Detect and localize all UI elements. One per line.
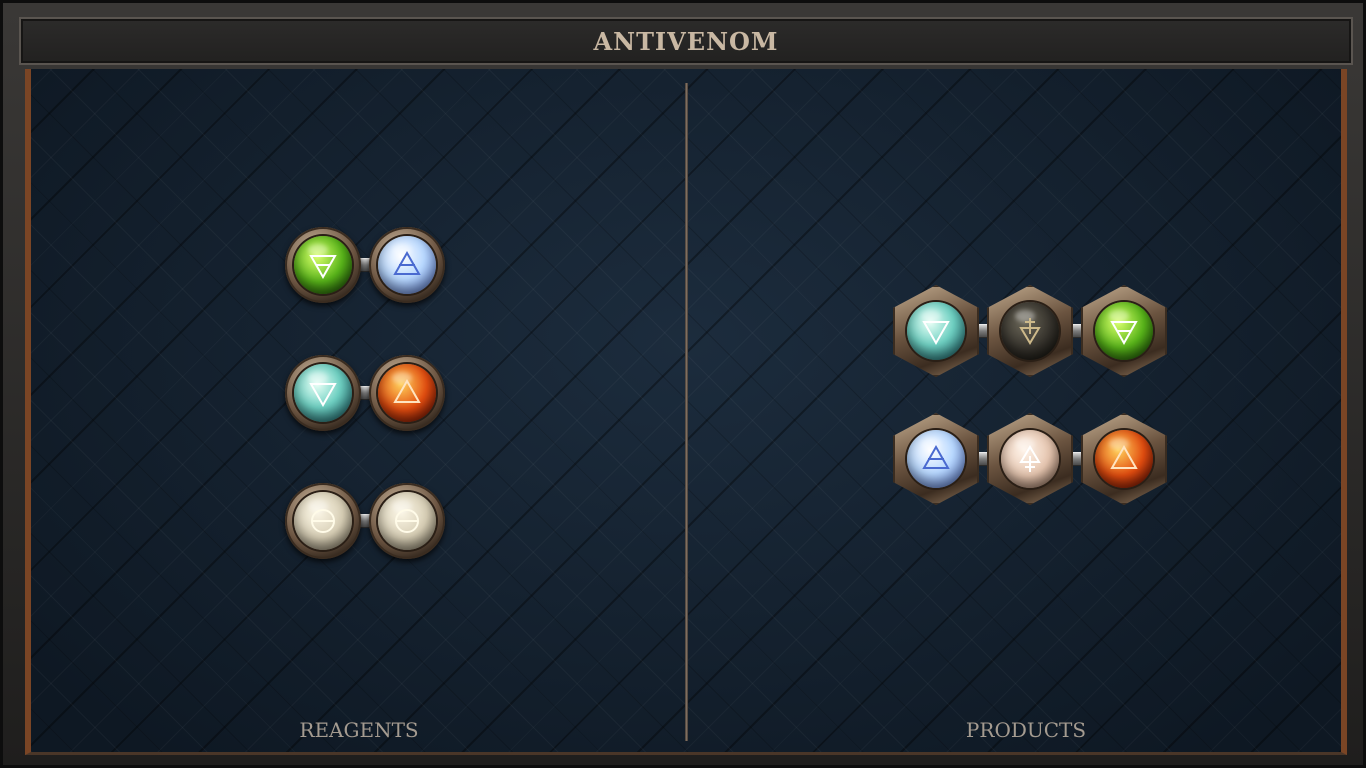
atom-slot[interactable] bbox=[285, 227, 361, 303]
atom-slot[interactable] bbox=[285, 483, 361, 559]
water-icon bbox=[294, 364, 352, 422]
earth-icon bbox=[294, 236, 352, 294]
air-icon bbox=[907, 430, 965, 488]
vitae-icon bbox=[1001, 430, 1059, 488]
salt-icon bbox=[294, 492, 352, 550]
product-molecule[interactable] bbox=[893, 285, 1167, 377]
reagent-molecule[interactable] bbox=[285, 483, 445, 559]
window-frame: ANTIVENOM REAGENTS PRODUCTS bbox=[0, 0, 1366, 768]
fire-icon bbox=[378, 364, 436, 422]
product-molecule[interactable] bbox=[893, 413, 1167, 505]
atom-slot[interactable] bbox=[987, 413, 1073, 505]
mors-icon bbox=[1001, 302, 1059, 360]
water-icon bbox=[907, 302, 965, 360]
reaction-board: REAGENTS PRODUCTS bbox=[25, 69, 1347, 755]
reagent-molecule[interactable] bbox=[285, 227, 445, 303]
reagent-molecule[interactable] bbox=[285, 355, 445, 431]
atom-slot[interactable] bbox=[369, 483, 445, 559]
atom-slot[interactable] bbox=[893, 285, 979, 377]
atom-slot[interactable] bbox=[369, 355, 445, 431]
atom-slot[interactable] bbox=[285, 355, 361, 431]
earth-icon bbox=[1095, 302, 1153, 360]
air-icon bbox=[378, 236, 436, 294]
section-divider bbox=[685, 83, 688, 741]
reagents-label: REAGENTS bbox=[299, 718, 419, 742]
atom-slot[interactable] bbox=[987, 285, 1073, 377]
products-label: PRODUCTS bbox=[965, 718, 1087, 742]
atom-slot[interactable] bbox=[1081, 413, 1167, 505]
atom-slot[interactable] bbox=[369, 227, 445, 303]
atom-slot[interactable] bbox=[1081, 285, 1167, 377]
salt-icon bbox=[378, 492, 436, 550]
page-title: ANTIVENOM bbox=[593, 26, 779, 56]
atom-slot[interactable] bbox=[893, 413, 979, 505]
title-bar: ANTIVENOM bbox=[19, 17, 1353, 65]
fire-icon bbox=[1095, 430, 1153, 488]
